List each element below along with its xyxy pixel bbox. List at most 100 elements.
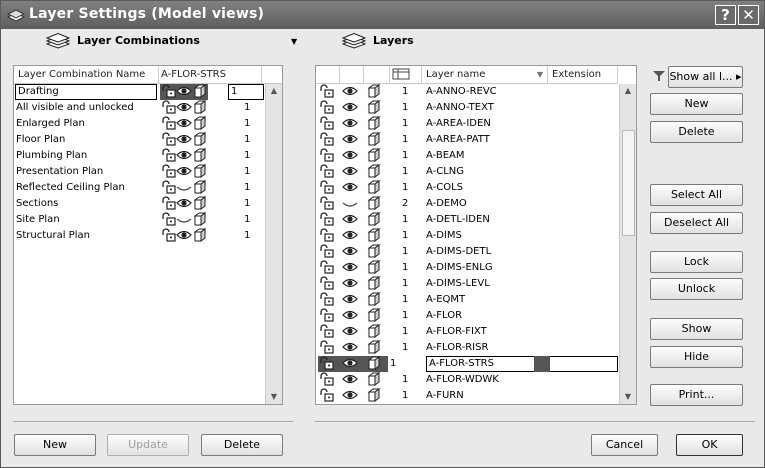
col-wire[interactable] [364,66,390,84]
wireframe-box-icon[interactable] [192,228,208,242]
lock-icon[interactable] [318,292,334,306]
wireframe-box-icon[interactable] [366,196,382,210]
wireframe-box-icon[interactable] [192,164,208,178]
visible-eye-icon[interactable] [342,292,358,306]
layer-row[interactable]: 1 A-DIMS-ENLG [316,260,620,276]
layer-row[interactable]: 1 A-DETL-IDEN [316,212,620,228]
deselect-all-button[interactable]: Deselect All [650,212,743,234]
scroll-down-icon[interactable]: ▼ [267,390,281,404]
col-combo-name[interactable]: A-FLOR-STRS [159,66,262,84]
lock-icon[interactable] [160,148,176,162]
visible-eye-icon[interactable] [342,132,358,146]
lock-icon[interactable] [160,180,176,194]
col-visibility[interactable] [340,66,364,84]
visible-eye-icon[interactable] [342,228,358,242]
lock-icon[interactable] [160,84,176,98]
visible-eye-icon[interactable] [342,356,358,370]
visible-eye-icon[interactable] [176,100,192,114]
layer-row[interactable]: 2 A-DEMO [316,196,620,212]
visible-eye-icon[interactable] [342,388,358,402]
lock-icon[interactable] [318,148,334,162]
lock-icon[interactable] [160,132,176,146]
visible-eye-icon[interactable] [342,148,358,162]
layer-row[interactable]: 1 A-ANNO-REVC [316,84,620,100]
wireframe-box-icon[interactable] [366,372,382,386]
left-scrollbar[interactable]: ▲ ▼ [265,84,282,404]
wireframe-box-icon[interactable] [366,84,382,98]
wireframe-box-icon[interactable] [366,276,382,290]
visible-eye-icon[interactable] [176,84,192,98]
layer-row[interactable]: 1 A-COLS [316,180,620,196]
layer-row[interactable]: 1 A-AREA-IDEN [316,116,620,132]
visible-eye-icon[interactable] [342,84,358,98]
wireframe-box-icon[interactable] [366,292,382,306]
delete-combination-button[interactable]: Delete [201,434,283,456]
layer-row[interactable]: 1 A-FLOR-STRS [316,356,620,372]
layer-row[interactable]: 1 A-CLNG [316,164,620,180]
lock-button[interactable]: Lock [650,251,743,273]
wireframe-box-icon[interactable] [366,148,382,162]
visible-eye-icon[interactable] [176,228,192,242]
hide-button[interactable]: Hide [650,346,743,368]
visible-eye-icon[interactable] [342,260,358,274]
wireframe-box-icon[interactable] [366,340,382,354]
lock-icon[interactable] [160,116,176,130]
lock-icon[interactable] [318,356,334,370]
show-all-layers-dropdown[interactable]: Show all l... ▸ [668,66,743,88]
combination-row[interactable]: Site Plan 1 [14,212,282,228]
wireframe-box-icon[interactable] [366,132,382,146]
wireframe-box-icon[interactable] [366,116,382,130]
wireframe-box-icon[interactable] [366,100,382,114]
layer-row[interactable]: 1 A-AREA-PATT [316,132,620,148]
visible-eye-icon[interactable] [342,212,358,226]
wireframe-box-icon[interactable] [192,84,208,98]
col-extension[interactable]: Extension [548,66,618,84]
layer-row[interactable]: 1 A-FLOR-FIXT [316,324,620,340]
layer-row[interactable]: 1 A-FLOR-WDWK [316,372,620,388]
lock-icon[interactable] [318,244,334,258]
wireframe-box-icon[interactable] [192,132,208,146]
scroll-up-icon[interactable]: ▲ [621,84,635,98]
wireframe-box-icon[interactable] [366,180,382,194]
layer-row[interactable]: 1 A-ANNO-TEXT [316,100,620,116]
lock-icon[interactable] [318,308,334,322]
lock-icon[interactable] [318,84,334,98]
visible-eye-icon[interactable] [342,308,358,322]
wireframe-box-icon[interactable] [366,260,382,274]
lock-icon[interactable] [318,212,334,226]
layer-row[interactable]: 1 A-DIMS-LEVL [316,276,620,292]
show-button[interactable]: Show [650,318,743,340]
visible-eye-icon[interactable] [342,244,358,258]
filter-icon[interactable] [653,70,665,85]
visible-eye-icon[interactable] [176,196,192,210]
lock-icon[interactable] [318,100,334,114]
wireframe-box-icon[interactable] [192,212,208,226]
wireframe-box-icon[interactable] [366,356,382,370]
lock-icon[interactable] [318,388,334,402]
visible-eye-icon[interactable] [176,148,192,162]
lock-icon[interactable] [160,164,176,178]
visible-eye-icon[interactable] [342,180,358,194]
visible-eye-icon[interactable] [342,372,358,386]
layer-row[interactable]: 1 A-FURN [316,388,620,404]
combination-row[interactable]: Enlarged Plan 1 [14,116,282,132]
wireframe-box-icon[interactable] [366,244,382,258]
layers-list[interactable]: Layer name ▼ Extension 1 A-ANNO-REVC 1 A-AN… [315,65,637,405]
select-all-button[interactable]: Select All [650,184,743,206]
visible-eye-icon[interactable] [342,116,358,130]
ok-button[interactable]: OK [676,434,743,456]
visible-eye-icon[interactable] [176,132,192,146]
visible-eye-icon[interactable] [342,276,358,290]
layer-row[interactable]: 1 A-EQMT [316,292,620,308]
scroll-down-icon[interactable]: ▼ [621,390,635,404]
combination-row[interactable]: Structural Plan 1 [14,228,282,244]
lock-icon[interactable] [318,164,334,178]
layer-combinations-header[interactable]: Layer Combinations [45,33,200,49]
right-scrollbar[interactable]: ▲ ▼ [619,84,636,404]
combination-row[interactable]: All visible and unlocked 1 [14,100,282,116]
hidden-eye-icon[interactable] [176,212,192,226]
wireframe-box-icon[interactable] [366,324,382,338]
lock-icon[interactable] [318,340,334,354]
scrollbar-thumb[interactable] [622,130,635,236]
wireframe-box-icon[interactable] [192,196,208,210]
